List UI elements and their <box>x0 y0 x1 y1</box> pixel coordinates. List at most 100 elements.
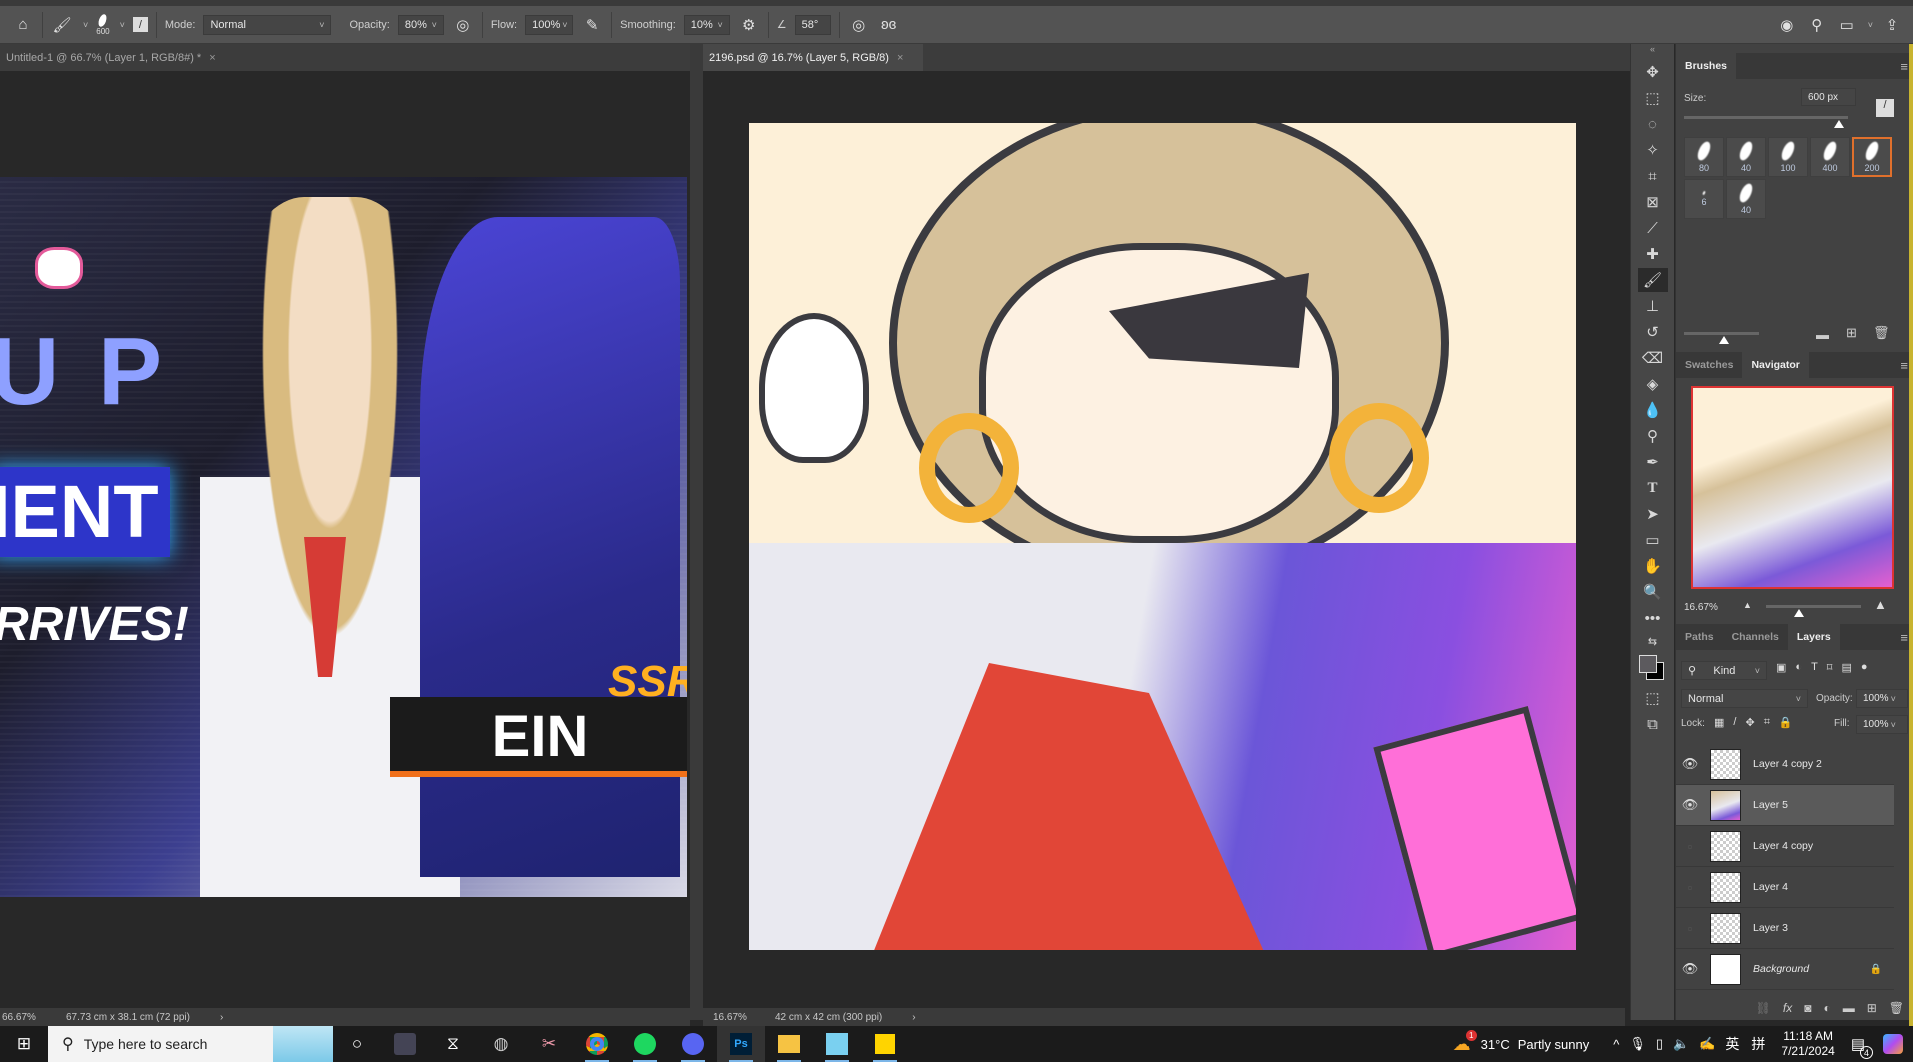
layer-row[interactable]: ▫ Layer 4 <box>1676 867 1894 908</box>
filter-shape-icon[interactable]: ⌑ <box>1827 661 1833 674</box>
brush-preset[interactable]: 40 <box>1726 179 1766 219</box>
lock-pixels-icon[interactable]: / <box>1733 716 1736 729</box>
move-tool-icon[interactable]: ✥ <box>1638 60 1668 84</box>
layer-row[interactable]: 👁 Background 🔒 <box>1676 949 1894 990</box>
panel-menu-icon[interactable]: ≡ <box>1900 59 1908 74</box>
mask-icon[interactable]: ◙ <box>1804 1001 1811 1015</box>
search-icon[interactable]: ⚲ <box>1806 14 1828 36</box>
weather-temp[interactable]: 31°C <box>1481 1037 1510 1052</box>
chevron-right-icon[interactable]: › <box>912 1012 915 1023</box>
cortana-icon[interactable]: ○ <box>333 1026 381 1062</box>
eyedropper-icon[interactable]: ⟋ <box>1638 216 1668 240</box>
pressure-size-icon[interactable]: ◎ <box>848 14 870 36</box>
mode-select[interactable]: Normal ˅ <box>203 14 332 35</box>
tab-navigator[interactable]: Navigator <box>1742 352 1809 378</box>
eraser-icon[interactable]: ⌫ <box>1638 346 1668 370</box>
gear-icon[interactable]: ⚙ <box>738 14 760 36</box>
microphone-icon[interactable]: 🎙 <box>1629 1036 1646 1052</box>
frame-tool-icon[interactable]: ⊠ <box>1638 190 1668 214</box>
clock[interactable]: 11:18 AM 7/21/2024 <box>1781 1029 1834 1059</box>
brush-preset[interactable]: 40 <box>1726 137 1766 177</box>
notifications-icon[interactable]: ▤ 4 <box>1851 1035 1873 1059</box>
stamp-tool-icon[interactable]: ⊥ <box>1638 294 1668 318</box>
pen-icon[interactable]: ✍ <box>1699 1036 1715 1052</box>
dodge-tool-icon[interactable]: ⚲ <box>1638 424 1668 448</box>
fill-input[interactable]: 100% ˅ <box>1856 715 1908 734</box>
folder-icon[interactable]: ▬ <box>1816 327 1829 342</box>
lock-artboard-icon[interactable]: ⌗ <box>1764 716 1770 729</box>
zoom-tool-icon[interactable]: 🔍 <box>1638 580 1668 604</box>
color-swatches[interactable] <box>1636 652 1670 684</box>
filter-type-icon[interactable]: T <box>1811 661 1818 674</box>
adjustment-layer-icon[interactable]: ◐ <box>1823 1001 1830 1015</box>
brush-preset[interactable]: 400 <box>1810 137 1850 177</box>
eye-icon[interactable]: 👁 <box>1676 961 1704 977</box>
swap-colors-icon[interactable]: ⇆ <box>1638 632 1668 650</box>
canvas-artwork[interactable]: U P IENT RRIVES! EIN SSR <box>0 177 687 897</box>
zoom-value[interactable]: 66.67% <box>0 1012 40 1023</box>
capcut-icon[interactable]: ⧖ <box>429 1026 477 1062</box>
tab-layers[interactable]: Layers <box>1787 624 1840 650</box>
layer-row[interactable]: 👁 Layer 5 <box>1676 785 1894 826</box>
brush-preset[interactable]: 200 <box>1852 137 1892 177</box>
tab-channels[interactable]: Channels <box>1723 624 1788 650</box>
brush-tool-icon[interactable]: 🖌 <box>1637 268 1668 292</box>
filter-adjustment-icon[interactable]: ◐ <box>1795 661 1802 674</box>
app-icon-game[interactable] <box>381 1026 429 1062</box>
new-layer-icon[interactable]: ⊞ <box>1867 1001 1877 1015</box>
visibility-toggle[interactable]: ▫ <box>1676 921 1704 936</box>
healing-brush-icon[interactable]: ✚ <box>1638 242 1668 266</box>
chevron-down-icon[interactable]: ˅ <box>120 20 125 30</box>
layer-opacity-input[interactable]: 100% ˅ <box>1856 689 1908 708</box>
chevron-down-icon[interactable]: ˅ <box>1868 20 1873 30</box>
opacity-input[interactable]: 80% ˅ <box>397 14 444 35</box>
filter-pixel-icon[interactable]: ▣ <box>1776 661 1786 674</box>
fx-icon[interactable]: fx <box>1783 1001 1792 1015</box>
brush-preset[interactable]: 6 <box>1684 179 1724 219</box>
windows-start-icon[interactable]: ⊞ <box>0 1026 48 1062</box>
navigator-preview[interactable] <box>1691 386 1894 589</box>
collapse-icon[interactable]: « <box>1631 44 1674 58</box>
quick-mask-icon[interactable]: ⬚ <box>1638 686 1668 710</box>
smoothing-input[interactable]: 10% ˅ <box>683 14 730 35</box>
close-icon[interactable]: × <box>209 52 215 64</box>
search-box[interactable]: ⚲ Type here to search <box>48 1026 333 1062</box>
blur-tool-icon[interactable]: 💧 <box>1638 398 1668 422</box>
visibility-toggle[interactable]: ▫ <box>1676 880 1704 895</box>
ime-language[interactable]: 英 <box>1725 1034 1739 1054</box>
close-icon[interactable]: × <box>897 52 903 64</box>
preview-slider[interactable] <box>1684 332 1759 335</box>
chevron-down-icon[interactable]: ˅ <box>83 20 88 30</box>
slider-handle[interactable] <box>1794 609 1804 617</box>
brush-size-input[interactable]: 600 px <box>1801 88 1856 106</box>
photoshop-icon[interactable]: Ps <box>717 1026 765 1062</box>
brush-settings-icon[interactable]: / <box>132 17 148 32</box>
blend-mode-select[interactable]: Normal ˅ <box>1681 689 1808 708</box>
lock-position-icon[interactable]: ✥ <box>1745 716 1754 729</box>
lasso-tool-icon[interactable]: ◌ <box>1638 112 1668 136</box>
lock-transparent-icon[interactable]: ▦ <box>1714 716 1724 729</box>
filter-toggle-icon[interactable]: ● <box>1861 661 1868 674</box>
share-icon[interactable]: ⇪ <box>1881 14 1903 36</box>
more-tools-icon[interactable]: ••• <box>1638 606 1668 630</box>
sticky-notes-icon[interactable] <box>861 1026 909 1062</box>
brush-preset-picker[interactable]: 600 <box>96 12 110 36</box>
zoom-in-icon[interactable]: ▲ <box>1874 597 1887 612</box>
filter-smart-icon[interactable]: ▤ <box>1841 661 1851 674</box>
trash-icon[interactable]: 🗑 <box>1873 325 1890 341</box>
slider-handle[interactable] <box>1834 120 1844 128</box>
workspace-icon[interactable]: ▭ <box>1836 14 1858 36</box>
discord-icon[interactable] <box>669 1026 717 1062</box>
app-icon-anime[interactable] <box>813 1026 861 1062</box>
zoom-out-icon[interactable]: ▲ <box>1743 600 1752 610</box>
network-icon[interactable]: ▯ <box>1656 1036 1663 1052</box>
path-select-icon[interactable]: ➤ <box>1638 502 1668 526</box>
eye-icon[interactable]: 👁 <box>1676 797 1704 813</box>
file-explorer-icon[interactable] <box>765 1026 813 1062</box>
canvas-artwork[interactable] <box>749 123 1576 950</box>
marquee-tool-icon[interactable]: ⬚ <box>1638 86 1668 110</box>
panel-menu-icon[interactable]: ≡ <box>1900 630 1908 645</box>
airbrush-icon[interactable]: ✎ <box>581 14 603 36</box>
copilot-icon[interactable] <box>1883 1034 1903 1054</box>
trash-icon[interactable]: 🗑 <box>1889 1001 1904 1015</box>
